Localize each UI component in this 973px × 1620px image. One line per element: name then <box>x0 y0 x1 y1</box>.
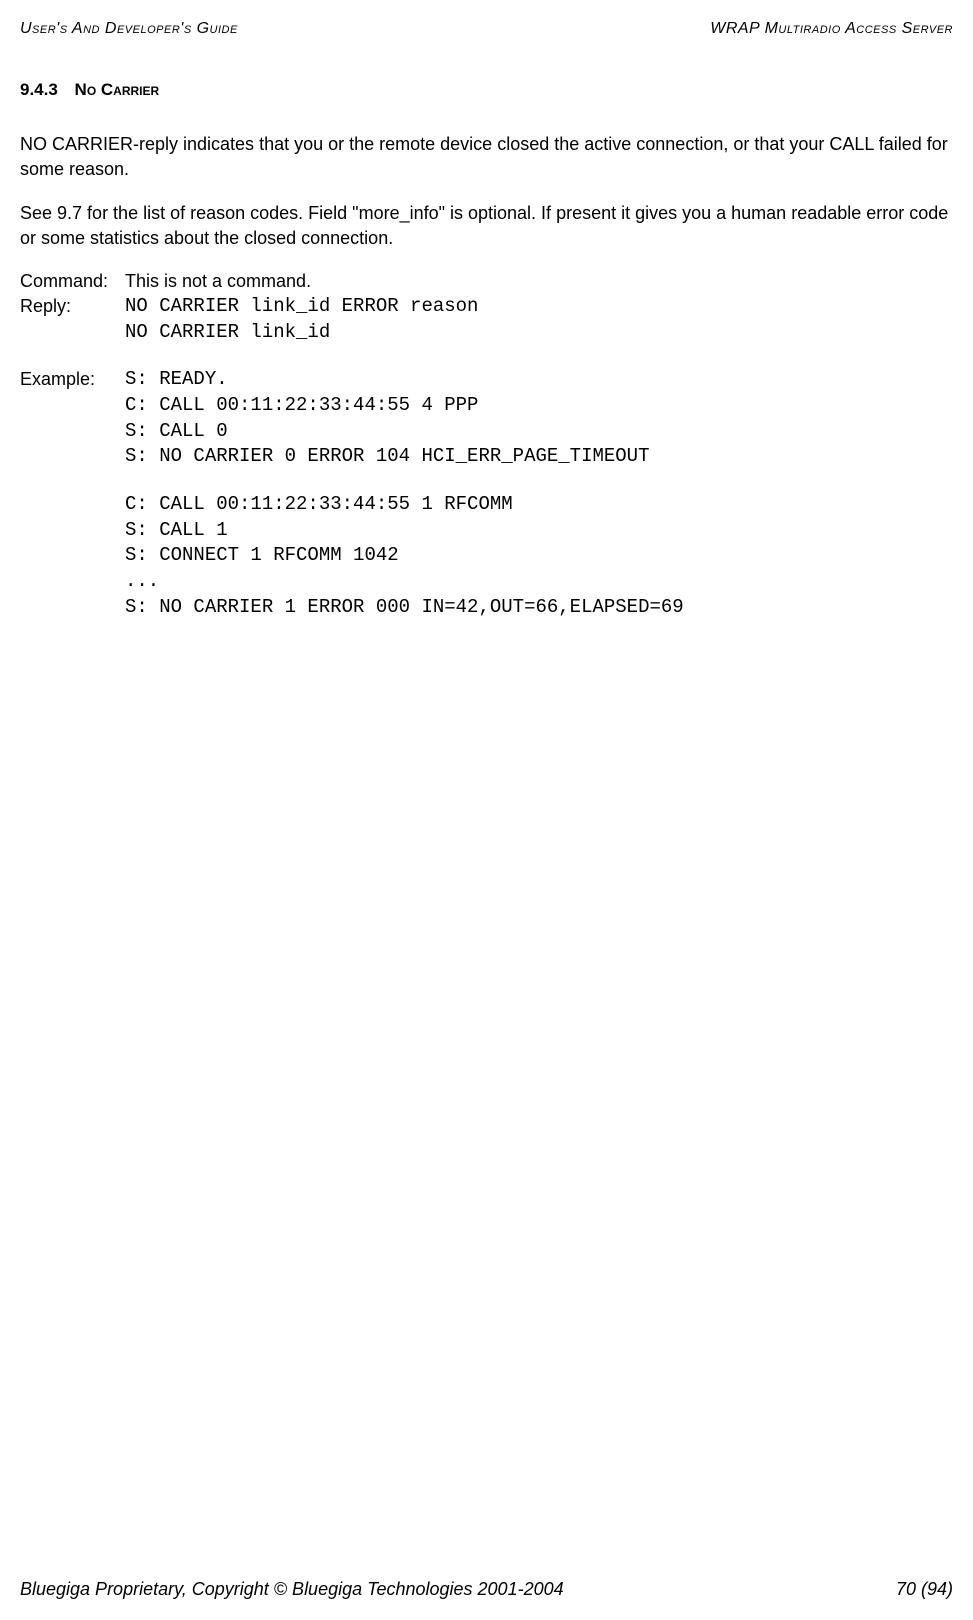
header-left: User's And Developer's Guide <box>20 18 238 40</box>
section-title: No Carrier <box>75 80 160 99</box>
command-value: This is not a command. <box>125 269 311 294</box>
footer-right: 70 (94) <box>896 1577 953 1602</box>
section-number: 9.4.3 <box>20 80 58 99</box>
page-header: User's And Developer's Guide WRAP Multir… <box>20 18 953 40</box>
example-value-2: C: CALL 00:11:22:33:44:55 1 RFCOMM S: CA… <box>125 492 684 620</box>
paragraph-2: See 9.7 for the list of reason codes. Fi… <box>20 201 953 251</box>
reply-value: NO CARRIER link_id ERROR reason NO CARRI… <box>125 294 478 345</box>
header-right: WRAP Multiradio Access Server <box>710 18 953 40</box>
reply-label: Reply: <box>20 294 125 319</box>
page-footer: Bluegiga Proprietary, Copyright © Bluegi… <box>20 1577 953 1602</box>
example-label: Example: <box>20 367 125 392</box>
reply-row: Reply: NO CARRIER link_id ERROR reason N… <box>20 294 953 345</box>
example-row: Example: S: READY. C: CALL 00:11:22:33:4… <box>20 367 953 620</box>
example-value-1: S: READY. C: CALL 00:11:22:33:44:55 4 PP… <box>125 367 684 470</box>
command-row: Command: This is not a command. <box>20 269 953 294</box>
paragraph-1: NO CARRIER-reply indicates that you or t… <box>20 132 953 182</box>
footer-left: Bluegiga Proprietary, Copyright © Bluegi… <box>20 1577 564 1602</box>
section-heading: 9.4.3 No Carrier <box>20 78 953 102</box>
command-label: Command: <box>20 269 125 294</box>
